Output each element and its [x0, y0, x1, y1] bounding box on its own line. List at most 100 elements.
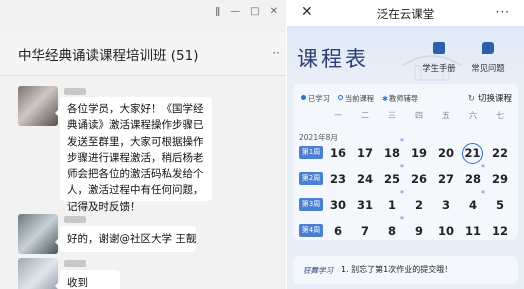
week-tag[interactable]: 第3周	[299, 198, 323, 211]
app-title: 泛在云课堂	[376, 7, 435, 21]
day-number: 30	[329, 198, 346, 212]
mini-program-screen: ✕ 泛在云课堂 ··· 课程表 学生手册 常见问题 已学习 当前课程 ✱教师辅导…	[287, 0, 524, 289]
day-number: 26	[410, 172, 427, 186]
avatar[interactable]	[18, 258, 58, 289]
calendar-day[interactable]: 12	[487, 221, 513, 241]
week-tag[interactable]: 第4周	[299, 224, 323, 237]
week-row: 第4周 6 7 8 * 9 10 11 12	[293, 216, 518, 243]
calendar-day[interactable]: 18 *	[379, 138, 405, 163]
chat-title: 中华经典诵读课程培训班 (51)	[18, 48, 199, 64]
calendar-day[interactable]: 16	[325, 143, 351, 163]
tutoring-star-icon: *	[400, 137, 404, 146]
day-number: 12	[491, 224, 508, 238]
week-tag[interactable]: 第1周	[299, 146, 323, 159]
day-number: 6	[333, 224, 342, 238]
day-number: 8	[387, 224, 396, 238]
switch-course-button[interactable]: ↻ 切换课程	[468, 92, 512, 104]
day-number: 3	[441, 198, 450, 212]
calendar-day[interactable]: 4 *	[460, 190, 486, 215]
page-heading: 课程表	[297, 47, 369, 71]
calendar-day[interactable]: 5	[487, 195, 513, 215]
weekday-label: 一	[334, 111, 342, 120]
hero-banner: 课程表 学生手册 常见问题	[287, 26, 524, 84]
message-bubble[interactable]: 好的，谢谢@社区大学 王靓	[55, 226, 196, 252]
more-icon[interactable]: ···	[496, 5, 510, 19]
day-number: 5	[495, 198, 504, 212]
calendar-day[interactable]: 3	[433, 195, 459, 215]
calendar-day[interactable]: 27	[433, 169, 459, 189]
calendar-day[interactable]: 31	[352, 195, 378, 215]
week-tag[interactable]: 第2周	[299, 172, 323, 185]
message-bubble[interactable]: 收到	[55, 270, 120, 289]
calendar-day[interactable]: 20	[433, 143, 459, 163]
notice-bar[interactable]: 狂舞学习 1. 别忘了第1次作业的提交哦！	[293, 256, 518, 284]
tutoring-star-icon: *	[400, 163, 404, 172]
tutoring-star-icon: *	[481, 163, 485, 172]
weekday-label: 七	[496, 111, 504, 120]
pin-button[interactable]: ǁ	[215, 6, 220, 17]
calendar-day[interactable]: 17	[352, 143, 378, 163]
calendar-day[interactable]: 25 *	[379, 164, 405, 189]
calendar-day[interactable]: 7	[352, 221, 378, 241]
student-handbook-link[interactable]: 学生手册	[413, 42, 465, 75]
day-number: 23	[329, 172, 346, 186]
day-number: 11	[464, 224, 481, 238]
weekday-header: 一二三四五六七	[293, 110, 518, 124]
calendar-day[interactable]: 2	[406, 195, 432, 215]
notice-tag: 狂舞学习	[303, 266, 333, 275]
calendar-day[interactable]: 10	[433, 221, 459, 241]
legend-learned: 已学习	[301, 94, 330, 104]
sender-name	[64, 216, 86, 223]
day-number: 10	[437, 224, 454, 238]
day-number: 28	[464, 172, 481, 186]
schedule-card: 已学习 当前课程 ✱教师辅导 ↻ 切换课程 一二三四五六七 2021年8月 第1周…	[293, 84, 518, 240]
day-number: 31	[356, 198, 373, 212]
weekday-label: 四	[415, 111, 423, 120]
maximize-button[interactable]: □	[250, 6, 259, 17]
faq-link[interactable]: 常见问题	[462, 42, 514, 75]
day-number: 18	[383, 146, 400, 160]
calendar-day[interactable]: 19	[406, 143, 432, 163]
weekday-label: 六	[469, 111, 477, 120]
message-bubble[interactable]: 各位学员，大家好！《国学经典诵读》激活课程操作步骤已发送至群里，大家可根据操作步…	[55, 97, 212, 213]
minimize-button[interactable]: —	[230, 6, 240, 17]
calendar-day[interactable]: 29	[487, 169, 513, 189]
calendar-day[interactable]: 23	[325, 169, 351, 189]
legend: 已学习 当前课程 ✱教师辅导	[301, 94, 418, 104]
calendar-day[interactable]: 26	[406, 169, 432, 189]
calendar-day[interactable]: 22	[487, 143, 513, 163]
calendar-day[interactable]: 9	[406, 221, 432, 241]
calendar-day[interactable]: 1 *	[379, 190, 405, 215]
weekday-label: 三	[388, 111, 396, 120]
day-number: 29	[491, 172, 508, 186]
calendar-day-today[interactable]: 21	[462, 143, 483, 164]
day-number: 4	[468, 198, 477, 212]
chat-window: ǁ — □ ✕ 中华经典诵读课程培训班 (51) ·· 各位学员，大家好！《国学…	[0, 0, 286, 289]
close-button[interactable]: ✕	[270, 6, 278, 17]
sender-name	[64, 88, 86, 95]
nav-bar: ✕ 泛在云课堂 ···	[287, 0, 524, 26]
week-row: 第1周 16 17 18 * 19 20 21 22	[293, 138, 518, 165]
avatar[interactable]	[18, 214, 58, 254]
day-number: 17	[356, 146, 373, 160]
day-number: 21	[464, 146, 481, 160]
refresh-icon: ↻	[467, 94, 475, 104]
calendar-day[interactable]: 6	[325, 221, 351, 241]
calendar-day[interactable]: 11	[460, 221, 486, 241]
week-row: 第3周 30 31 1 * 2 3 4 * 5	[293, 190, 518, 217]
tutoring-star-icon: *	[400, 189, 404, 198]
day-number: 1	[387, 198, 396, 212]
avatar[interactable]	[18, 86, 58, 126]
faq-label: 常见问题	[471, 63, 505, 73]
calendar-day[interactable]: 8 *	[379, 216, 405, 241]
filled-dot-icon	[301, 95, 306, 100]
weekday-label: 五	[442, 111, 450, 120]
calendar-day[interactable]: 30	[325, 195, 351, 215]
calendar-day[interactable]: 28 *	[460, 164, 486, 189]
day-number: 24	[356, 172, 373, 186]
window-topbar: ǁ — □ ✕	[0, 0, 286, 32]
calendar-day[interactable]: 24	[352, 169, 378, 189]
faq-icon	[482, 42, 494, 54]
chat-more-button[interactable]: ··	[272, 46, 280, 60]
day-number: 7	[360, 224, 369, 238]
